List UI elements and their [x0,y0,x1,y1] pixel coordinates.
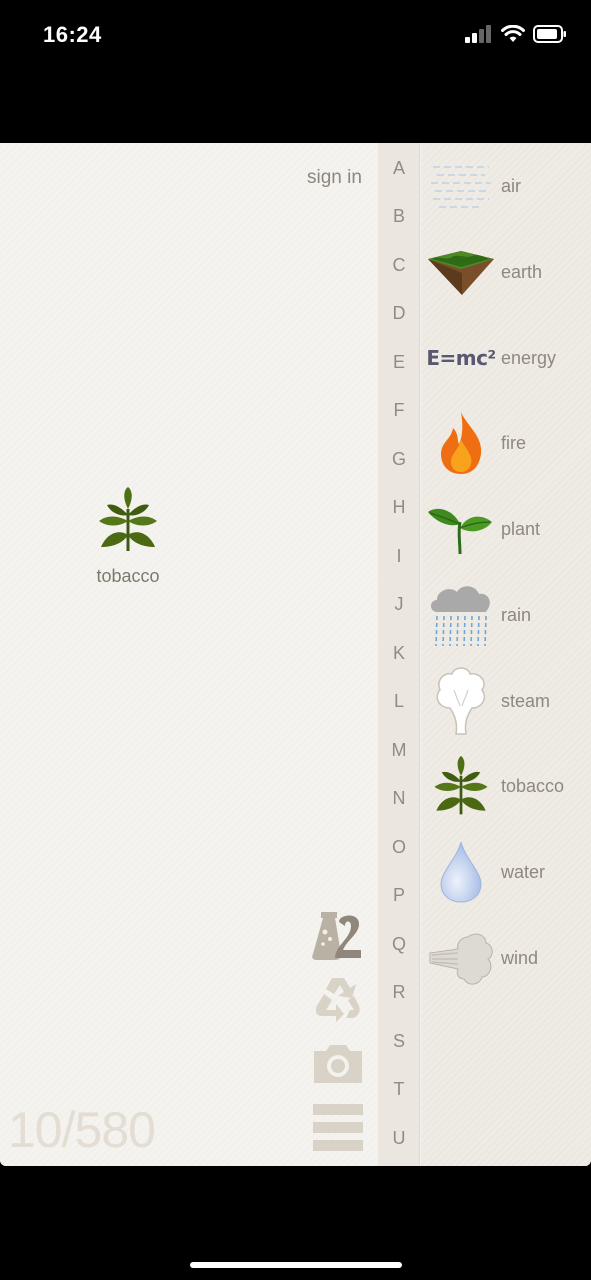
alpha-letter[interactable]: U [378,1128,420,1149]
wind-icon [429,933,493,985]
element-tobacco[interactable]: tobacco [421,746,591,826]
alpha-letter[interactable]: D [378,303,420,324]
alchemy-2-button[interactable] [310,907,366,963]
alpha-letter[interactable]: J [378,594,420,615]
element-label: water [501,861,546,882]
element-label: energy [501,347,557,368]
energy-icon: E=mc² [426,346,496,370]
element-earth[interactable]: earth [421,232,591,312]
alpha-letter[interactable]: R [378,982,420,1003]
app-area: sign in tobacco 10/580 A B C D E F G H I… [0,143,591,1166]
discovery-counter: 10/580 [8,1102,156,1158]
fire-icon [441,412,482,474]
alpha-letter[interactable]: L [378,691,420,712]
element-label: rain [501,604,532,625]
signal-icon [465,25,491,43]
element-label: fire [501,432,527,453]
wifi-icon [501,25,525,42]
alpha-letter[interactable]: G [378,449,420,470]
alpha-letter[interactable]: E [378,352,420,373]
element-steam[interactable]: steam [421,661,591,741]
sign-in-link[interactable]: sign in [307,167,362,189]
alpha-letter[interactable]: S [378,1031,420,1052]
camera-icon [314,1045,362,1083]
status-icons [465,25,567,43]
alpha-letter[interactable]: N [378,788,420,809]
element-list: air earth E=mc² energy fire plant rain s… [421,143,591,1166]
canvas-element-tobacco[interactable]: tobacco [86,485,170,587]
element-water[interactable]: water [421,832,591,912]
tool-column [310,907,366,1163]
home-indicator[interactable] [190,1262,402,1268]
menu-button[interactable] [310,1099,366,1155]
element-label: steam [501,690,551,711]
steam-icon [436,667,486,735]
battery-icon [533,25,566,43]
status-time: 16:24 [43,22,102,47]
status-bar: 16:24 [0,0,591,143]
alpha-letter[interactable]: K [378,643,420,664]
element-label: plant [501,518,541,539]
alpha-letter[interactable]: M [378,740,420,761]
camera-button[interactable] [310,1035,366,1091]
element-label: wind [501,947,539,968]
tobacco-icon [434,755,488,815]
earth-icon [428,251,494,295]
tobacco-leaf-icon [99,487,157,551]
alpha-letter[interactable]: P [378,885,420,906]
alpha-letter[interactable]: A [378,158,420,179]
water-drop-icon [440,841,482,903]
element-wind[interactable]: wind [421,918,591,998]
alphabet-index: A B C D E F G H I J K L M N O P Q R S T … [378,143,420,1166]
canvas-element-label: tobacco [96,566,160,586]
element-plant[interactable]: plant [421,489,591,569]
alpha-letter[interactable]: B [378,206,420,227]
rain-icon [431,586,490,647]
alpha-letter[interactable]: T [378,1079,420,1100]
alpha-letter[interactable]: O [378,837,420,858]
alpha-letter[interactable]: I [378,546,420,567]
recycle-button[interactable] [310,971,366,1027]
alpha-letter[interactable]: H [378,497,420,518]
alpha-letter[interactable]: F [378,400,420,421]
alpha-letter[interactable]: Q [378,934,420,955]
alpha-letter[interactable]: C [378,255,420,276]
menu-icon [313,1104,363,1151]
element-energy[interactable]: E=mc² energy [421,318,591,398]
plant-icon [428,508,492,555]
element-fire[interactable]: fire [421,403,591,483]
element-label: tobacco [501,775,565,796]
element-label: air [501,175,522,196]
element-rain[interactable]: rain [421,575,591,655]
alchemy-2-icon [312,912,361,960]
air-icon [431,166,491,208]
element-label: earth [501,261,543,282]
workspace-canvas[interactable]: sign in tobacco 10/580 [0,143,378,1166]
element-air[interactable]: air [421,146,591,226]
recycle-icon [315,978,360,1022]
